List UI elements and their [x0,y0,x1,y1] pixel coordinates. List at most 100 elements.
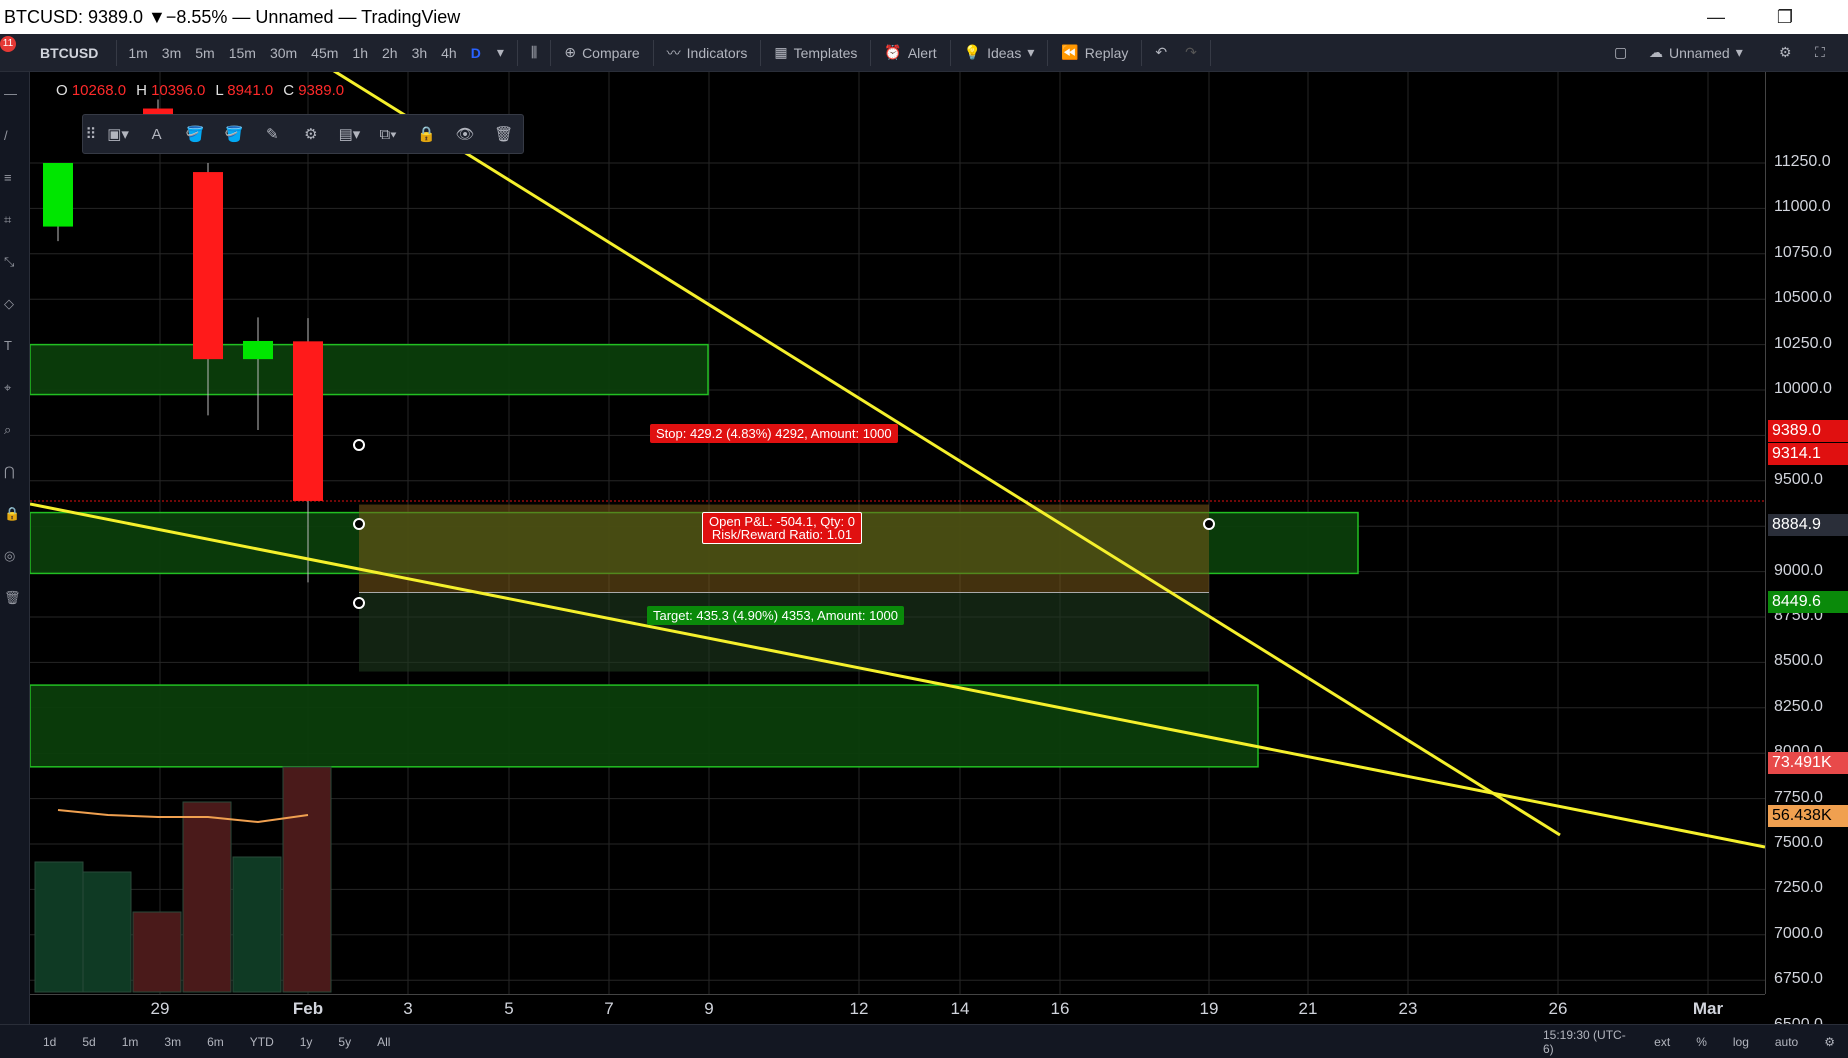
ohlc-open-label: O [56,82,68,99]
divider [1141,39,1143,66]
position-handle-end[interactable] [1203,518,1215,530]
indicators-icon: 〰 [666,44,681,61]
maximize-button[interactable]: ❐ [1755,0,1815,34]
interval-dropdown-icon[interactable]: ▾ [488,34,513,72]
chart-pane[interactable]: O 10268.0 H 10396.0 L 8941.0 C 9389.0 ⠿ … [30,72,1765,994]
chart-style-button[interactable]: ⫼ [522,34,546,72]
text-icon[interactable]: T [4,338,22,356]
time-tick-label: 9 [704,999,714,1018]
chart-canvas[interactable] [30,72,1765,994]
compare-button[interactable]: ⊕ Compare [555,34,648,72]
top-toolbar: 11 BTCUSD 1m 3m 5m 15m 30m 45m 1h 2h 3h 4h D ▾ ⫼ ⊕… [0,34,1848,72]
price-tick-label: 7000.0 [1774,924,1823,942]
range-6m[interactable]: 6m [194,1035,237,1049]
alert-button[interactable]: ⏰ Alert [875,34,945,72]
shapes-icon[interactable]: ◇ [4,296,22,314]
interval-4h[interactable]: 4h [434,34,464,72]
trash-icon[interactable]: 🗑 [484,115,523,153]
interval-1h[interactable]: 1h [345,34,375,72]
range-all[interactable]: All [364,1035,403,1049]
fill-color-icon[interactable]: 🪣 [176,115,215,153]
prediction-icon[interactable]: ⤡ [4,254,22,272]
zoom-icon[interactable]: ⌕ [4,422,22,440]
interval-1m[interactable]: 1m [121,34,154,72]
redo-button[interactable]: ↷ [1176,34,1206,72]
lock-icon[interactable]: 🔒 [4,506,22,524]
replay-button[interactable]: ⏪ Replay [1052,34,1137,72]
crosshair-icon[interactable]: — [4,86,22,104]
auto-toggle[interactable]: auto [1762,1035,1811,1049]
notification-badge[interactable]: 11 [0,36,16,52]
interval-2h[interactable]: 2h [375,34,405,72]
price-axis[interactable]: 11250.0 11000.0 10750.0 10500.0 10250.0 10000… [1765,72,1848,1033]
position-handle-target[interactable] [353,597,365,609]
drag-handle-icon[interactable]: ⠿ [83,115,99,153]
pnl-label[interactable]: Open P&L: -504.1, Qty: 0 Risk/Reward Rat… [702,512,862,544]
symbol-search[interactable]: BTCUSD [0,45,112,61]
square-icon: ▢ [1614,44,1628,60]
volume-bar [282,766,332,993]
minimize-button[interactable]: — [1686,0,1746,34]
gear-icon[interactable]: ⚙ [292,115,331,153]
interval-45m[interactable]: 45m [304,34,345,72]
expand-button[interactable]: ⛶ [1806,34,1834,72]
gear-icon[interactable]: ⚙ [1811,1035,1848,1049]
percent-toggle[interactable]: % [1683,1035,1720,1049]
price-tick-label: 9000.0 [1774,561,1823,579]
visibility-dropdown-icon[interactable]: ▤▾ [330,115,369,153]
ideas-button[interactable]: 💡 Ideas ▾ [955,34,1044,72]
ruler-icon[interactable]: ⌖ [4,380,22,398]
ext-toggle[interactable]: ext [1641,1035,1683,1049]
range-5d[interactable]: 5d [69,1035,108,1049]
undo-button[interactable]: ↶ [1146,34,1176,72]
time-axis[interactable]: 29 Feb 3 5 7 9 12 14 16 19 21 23 26 Mar [30,994,1765,1024]
lock-icon[interactable]: 🔒 [407,115,446,153]
interval-3h[interactable]: 3h [405,34,435,72]
settings-button[interactable]: ⚙ [1770,34,1801,72]
template-dropdown-icon[interactable]: ▣▾ [99,115,138,153]
price-tick-label: 9500.0 [1774,470,1823,488]
bottom-toolbar: 1d 5d 1m 3m 6m YTD 1y 5y All 15:19:30 (UTC-6) ex… [0,1024,1848,1058]
take-profit-label[interactable]: Target: 435.3 (4.90%) 4353, Amount: 1000 [647,606,905,625]
range-1y[interactable]: 1y [287,1035,326,1049]
time-tick-label: 5 [504,999,514,1018]
magnet-icon[interactable]: ⋂ [4,464,22,482]
candle-body [293,341,323,501]
trash-icon[interactable]: 🗑 [4,590,22,608]
clone-dropdown-icon[interactable]: ⧉▾ [369,115,408,153]
interval-3m[interactable]: 3m [155,34,188,72]
fill-color-secondary-icon[interactable]: 🪣 [215,115,254,153]
time-tick-label: 7 [604,999,614,1018]
range-5y[interactable]: 5y [325,1035,364,1049]
range-ytd[interactable]: YTD [237,1035,287,1049]
price-tick-label: 10750.0 [1774,243,1832,261]
layout-save-button[interactable]: ☁ Unnamed ▾ [1640,34,1752,72]
eye-icon[interactable]: ◎ [4,548,22,566]
stop-loss-label[interactable]: Stop: 429.2 (4.83%) 4292, Amount: 1000 [650,424,898,443]
interval-d[interactable]: D [464,34,488,72]
fullscreen-toggle-button[interactable]: ▢ [1605,34,1636,72]
pattern-icon[interactable]: ⌗ [4,212,22,230]
interval-30m[interactable]: 30m [263,34,304,72]
ohlc-legend: O 10268.0 H 10396.0 L 8941.0 C 9389.0 [56,82,344,99]
time-tick-label: Feb [292,999,324,1018]
pencil-icon[interactable]: ✎ [253,115,292,153]
position-handle-stop[interactable] [353,439,365,451]
templates-button[interactable]: ▦ Templates [765,34,866,72]
clock-timezone[interactable]: 15:19:30 (UTC-6) [1530,1028,1641,1056]
alert-label: Alert [907,44,937,61]
indicators-button[interactable]: 〰 Indicators [658,34,757,72]
range-1d[interactable]: 1d [30,1035,69,1049]
log-toggle[interactable]: log [1720,1035,1762,1049]
position-handle-entry[interactable] [353,518,365,530]
fib-icon[interactable]: ≡ [4,170,22,188]
eye-icon[interactable]: 👁 [446,115,485,153]
range-3m[interactable]: 3m [151,1035,194,1049]
trendline-icon[interactable]: / [4,128,22,146]
interval-5m[interactable]: 5m [188,34,221,72]
range-1m[interactable]: 1m [109,1035,152,1049]
chevron-down-icon: ▾ [1027,44,1035,60]
window-title: BTCUSD: 9389.0 ▼−8.55% — Unnamed — Tradi… [4,6,461,27]
text-color-icon[interactable]: A [137,115,176,153]
interval-15m[interactable]: 15m [222,34,263,72]
